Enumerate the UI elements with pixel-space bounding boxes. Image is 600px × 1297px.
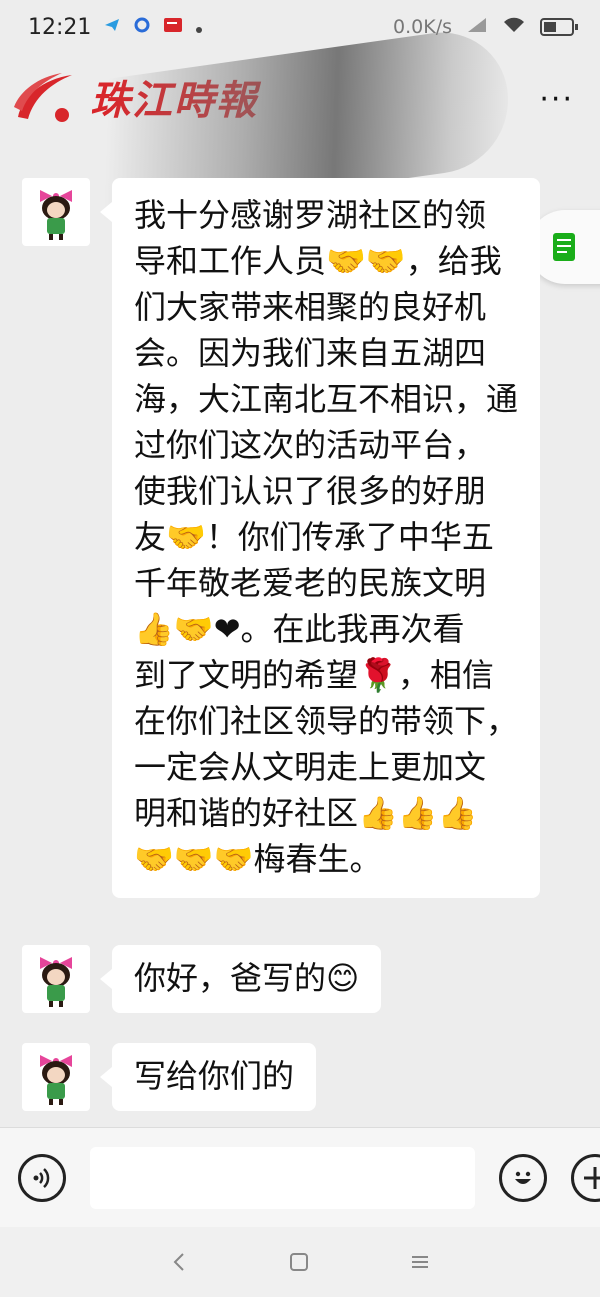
- message-line: 一定会从文明走上更加文: [134, 748, 487, 786]
- news-logo: 珠江時報: [12, 67, 258, 127]
- girl-avatar-icon: [40, 1055, 72, 1105]
- home-nav-icon[interactable]: [288, 1251, 310, 1273]
- message-line: 🤝🤝🤝梅春生。: [134, 840, 382, 878]
- message-line: 在你们社区领导的带领下，: [134, 702, 519, 740]
- message-line: 会。因为我们来自五湖四: [134, 334, 487, 372]
- message-line: 海，大江南北互不相识，通: [134, 380, 519, 418]
- girl-avatar-icon: [40, 190, 72, 240]
- message-line: 友🤝！你们传承了中华五: [134, 518, 494, 556]
- message-line: 明和谐的好社区👍👍👍: [134, 794, 478, 832]
- girl-avatar-icon: [40, 957, 72, 1007]
- system-nav-bar: [0, 1227, 600, 1297]
- back-nav-icon[interactable]: [169, 1251, 189, 1273]
- message-line: 们大家带来相聚的良好机: [134, 288, 487, 326]
- message-item: 我十分感谢罗湖社区的领 导和工作人员🤝🤝，给我 们大家带来相聚的良好机 会。因为…: [22, 178, 541, 898]
- voice-button[interactable]: [18, 1153, 66, 1202]
- message-line: 你好，爸写的😊: [134, 959, 360, 997]
- message-input[interactable]: [90, 1146, 475, 1209]
- news-app-icon: [163, 15, 183, 40]
- message-bubble[interactable]: 写给你们的: [99, 1043, 317, 1111]
- message-line: 写给你们的: [134, 1057, 295, 1095]
- signal-icon: [466, 16, 488, 39]
- status-time: 12:21: [28, 14, 92, 40]
- avatar[interactable]: [22, 1043, 90, 1111]
- network-speed: 0.0K/s: [393, 16, 452, 38]
- chat-input-bar: [0, 1127, 600, 1227]
- avatar[interactable]: [22, 178, 90, 246]
- message-item: 写给你们的: [22, 1043, 317, 1111]
- message-line: 过你们这次的活动平台，: [134, 426, 487, 464]
- voice-icon: [33, 1167, 50, 1188]
- more-options-button[interactable]: ···: [539, 85, 574, 115]
- note-icon: [553, 233, 575, 261]
- add-icon: [584, 1166, 600, 1189]
- message-line: 导和工作人员🤝🤝，给我: [134, 242, 502, 280]
- message-line: 使我们认识了很多的好朋: [134, 472, 487, 510]
- wifi-icon: [502, 16, 526, 39]
- message-bubble[interactable]: 我十分感谢罗湖社区的领 导和工作人员🤝🤝，给我 们大家带来相聚的良好机 会。因为…: [99, 178, 541, 898]
- status-left: 12:21: [28, 15, 203, 40]
- add-button[interactable]: [571, 1153, 600, 1202]
- menu-nav-icon[interactable]: [409, 1251, 431, 1273]
- circle-app-icon: [133, 15, 151, 40]
- logo-swoosh-icon: [14, 73, 72, 122]
- emoji-icon: [515, 1171, 531, 1184]
- emoji-button[interactable]: [499, 1153, 547, 1202]
- battery-icon: [540, 18, 578, 36]
- message-line: 我十分感谢罗湖社区的领: [134, 196, 487, 234]
- status-bar: 12:21 0.0K/s: [0, 0, 600, 54]
- message-line: 👍🤝❤。在此我再次看: [134, 610, 465, 648]
- telegram-icon: [103, 15, 121, 40]
- avatar[interactable]: [22, 945, 90, 1013]
- chat-header: 珠江時報 ···: [0, 24, 600, 224]
- dot-icon: [195, 15, 203, 40]
- message-bubble[interactable]: 你好，爸写的😊: [99, 945, 382, 1013]
- logo-text: 珠江時報: [90, 77, 258, 124]
- message-line: 到了文明的希望🌹，相信: [134, 656, 494, 694]
- message-item: 你好，爸写的😊: [22, 945, 382, 1013]
- message-line: 千年敬老爱老的民族文明: [134, 564, 487, 602]
- status-right: 0.0K/s: [393, 16, 578, 39]
